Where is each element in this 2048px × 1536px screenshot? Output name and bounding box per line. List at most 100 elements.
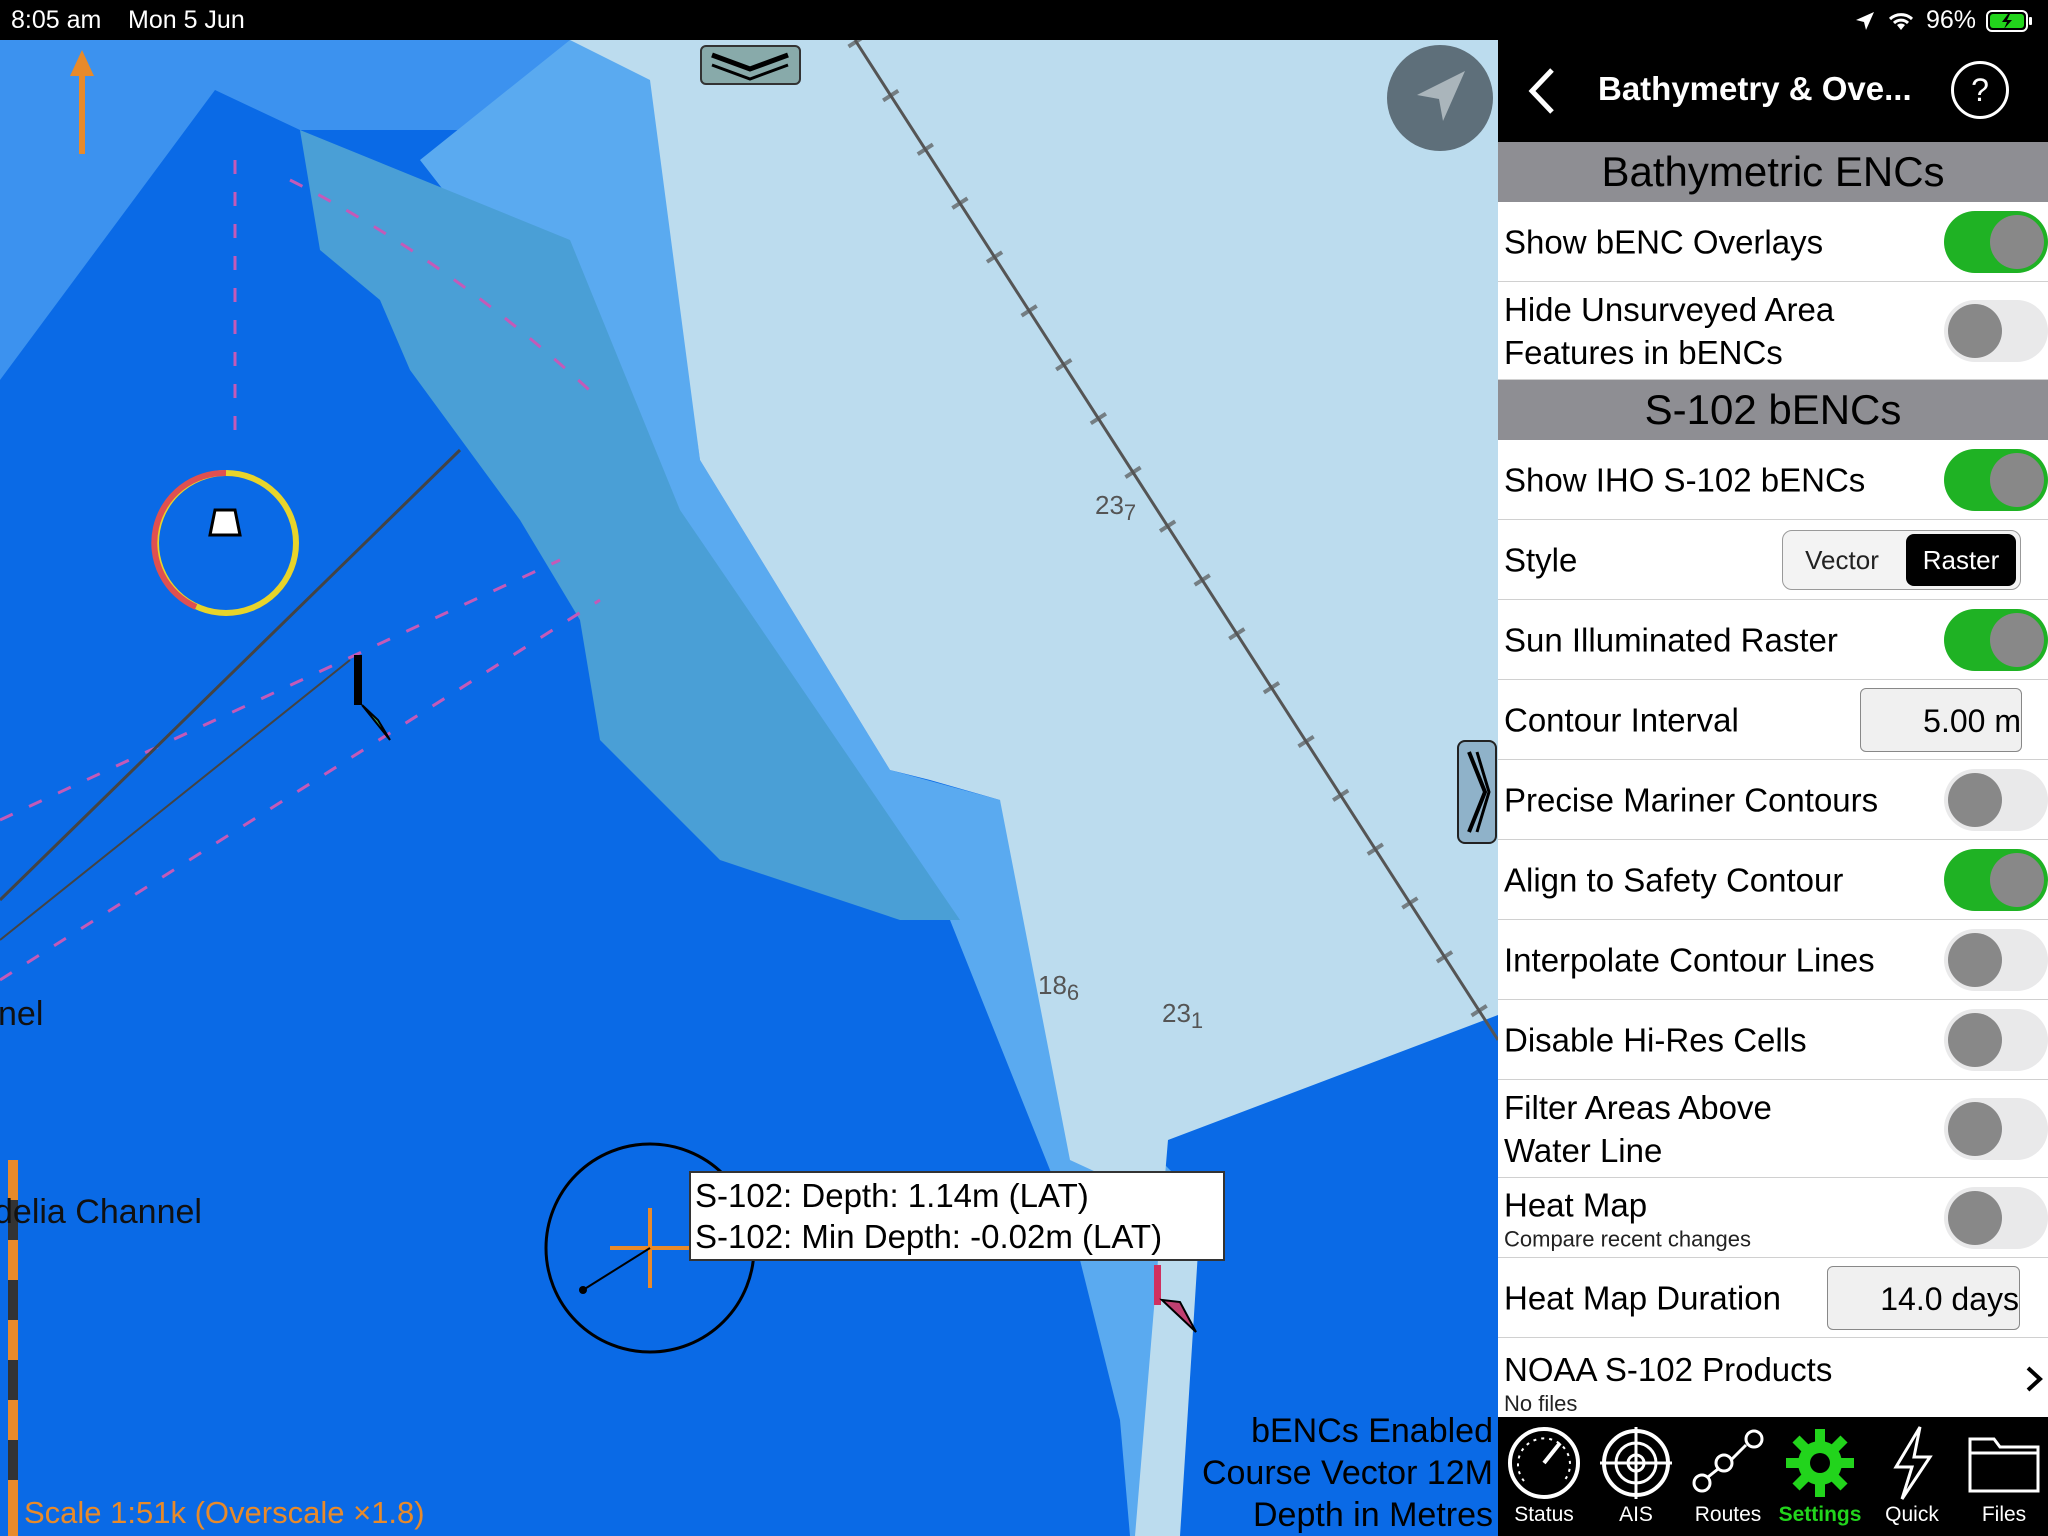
row-disable-hires: Disable Hi-Res Cells (1498, 1000, 2048, 1080)
hide-unsurveyed-toggle[interactable] (1944, 299, 2048, 362)
show-iho-toggle[interactable] (1944, 448, 2048, 511)
row-show-benc: Show bENC Overlays (1498, 202, 2048, 282)
battery-percent: 96% (1925, 6, 1976, 34)
sun-illuminated-toggle[interactable] (1944, 608, 2048, 671)
label-line: Water Line (1504, 1131, 1663, 1169)
page-title: Bathymetry & Ove... (1598, 70, 1912, 107)
row-label: Sun Illuminated Raster (1504, 621, 1838, 658)
row-label: Show IHO S-102 bENCs (1504, 461, 1866, 498)
toggle-knob (1948, 932, 2002, 987)
depth-info-popup: S-102: Depth: 1.14m (LAT) S-102: Min Dep… (689, 1171, 1225, 1261)
label-line: Heat Map (1504, 1186, 1648, 1223)
tab-files[interactable]: Files (1958, 1423, 2048, 1533)
radar-icon (1600, 1427, 1672, 1499)
chevron-right-icon (2026, 1366, 2043, 1392)
back-chevron-icon[interactable] (1522, 64, 1562, 118)
row-style: Style Vector Raster (1498, 520, 2048, 600)
toggle-knob (1948, 1012, 2002, 1067)
row-label: Interpolate Contour Lines (1504, 941, 1875, 978)
north-arrow-icon[interactable] (62, 48, 102, 158)
sounding-sub: 6 (1066, 980, 1080, 1006)
battery-icon (1986, 9, 2032, 32)
sounding-main: 23 (1162, 998, 1191, 1028)
contour-interval-field[interactable]: 5.00 m (1860, 688, 2022, 752)
sounding-main: 23 (1095, 490, 1124, 520)
heat-map-toggle[interactable] (1944, 1186, 2048, 1249)
tab-label: Settings (1778, 1503, 1862, 1526)
style-segmented-control[interactable]: Vector Raster (1782, 530, 2021, 590)
channel-label: delia Channel (0, 1193, 202, 1231)
sounding-label: 186 (1038, 970, 1079, 1006)
row-sun-illuminated: Sun Illuminated Raster (1498, 600, 2048, 680)
status-bar: 8:05 am Mon 5 Jun 96% (0, 0, 2048, 40)
toggle-knob (1990, 852, 2044, 907)
benc-status-text: bENCs Enabled (1251, 1412, 1493, 1450)
row-label: Hide Unsurveyed Area Features in bENCs (1504, 288, 1834, 374)
interpolate-toggle[interactable] (1944, 928, 2048, 991)
tab-routes[interactable]: Routes (1682, 1423, 1774, 1533)
course-vector-text: Course Vector 12M (1201, 1454, 1493, 1492)
toggle-knob (1948, 1190, 2002, 1245)
sounding-sub: 1 (1190, 1008, 1204, 1034)
row-filter-areas: Filter Areas Above Water Line (1498, 1080, 2048, 1178)
section-header-bathymetric: Bathymetric ENCs (1498, 142, 2048, 202)
row-precise-contours: Precise Mariner Contours (1498, 760, 2048, 840)
tab-label: Status (1514, 1503, 1574, 1526)
scale-text: Scale 1:51k (Overscale ×1.8) (24, 1495, 425, 1530)
collapse-toolbar-button[interactable] (700, 45, 801, 85)
row-heat-map: Heat Map Compare recent changes (1498, 1178, 2048, 1258)
chart-canvas[interactable] (0, 40, 1498, 1536)
tab-label: Quick (1885, 1503, 1939, 1526)
toggle-knob (1990, 452, 2044, 507)
row-noaa-products[interactable]: NOAA S-102 Products No files (1498, 1338, 2048, 1417)
label-line: NOAA S-102 Products (1504, 1351, 1833, 1388)
row-label: Filter Areas Above Water Line (1504, 1086, 1772, 1172)
depth-line: S-102: Depth: 1.14m (LAT) (695, 1177, 1089, 1214)
show-benc-toggle[interactable] (1944, 210, 2048, 273)
toggle-knob (1990, 612, 2044, 667)
style-option-raster[interactable]: Raster (1906, 534, 2016, 586)
disable-hires-toggle[interactable] (1944, 1008, 2048, 1071)
tab-settings[interactable]: Settings (1774, 1423, 1866, 1533)
toggle-knob (1948, 1101, 2002, 1156)
route-icon (1692, 1429, 1764, 1493)
heat-map-duration-field[interactable]: 14.0 days (1827, 1266, 2020, 1330)
tab-ais[interactable]: AIS (1590, 1423, 1682, 1533)
chart-map[interactable]: 237 186 231 nel delia Channel S-102: Dep… (0, 40, 1498, 1536)
min-depth-line: S-102: Min Depth: -0.02m (LAT) (695, 1218, 1163, 1255)
row-label: Contour Interval (1504, 701, 1739, 738)
align-safety-toggle[interactable] (1944, 848, 2048, 911)
sounding-main: 18 (1038, 970, 1067, 1000)
row-label: Disable Hi-Res Cells (1504, 1021, 1807, 1058)
expand-panel-handle[interactable] (1457, 740, 1497, 844)
settings-panel: Bathymetry & Ove... ? Bathymetric ENCs S… (1498, 40, 2048, 1417)
status-right: 96% (1854, 6, 2034, 35)
row-interpolate: Interpolate Contour Lines (1498, 920, 2048, 1000)
tab-label: AIS (1619, 1503, 1653, 1526)
tab-quick[interactable]: Quick (1866, 1423, 1958, 1533)
help-button[interactable]: ? (1951, 61, 2009, 119)
navigate-button[interactable] (1387, 45, 1493, 151)
sounding-label: 237 (1095, 490, 1136, 526)
wifi-icon (1888, 12, 1913, 30)
tab-status[interactable]: Status (1498, 1423, 1590, 1533)
sounding-sub: 7 (1123, 500, 1137, 526)
chevron-right-icon (1467, 751, 1491, 833)
sounding-label: 231 (1162, 998, 1203, 1034)
row-align-safety: Align to Safety Contour (1498, 840, 2048, 920)
label-line: Filter Areas Above (1504, 1088, 1772, 1126)
status-time: 8:05 am (11, 6, 102, 34)
row-hide-unsurveyed: Hide Unsurveyed Area Features in bENCs (1498, 282, 2048, 380)
heat-map-subtitle: Compare recent changes (1504, 1226, 1752, 1251)
navigation-bar: Bathymetry & Ove... ? (1498, 40, 2048, 142)
precise-contours-toggle[interactable] (1944, 768, 2048, 831)
filter-areas-toggle[interactable] (1944, 1097, 2048, 1160)
tab-label: Routes (1694, 1503, 1762, 1526)
row-label: Heat Map Duration (1504, 1279, 1781, 1316)
label-line: Hide Unsurveyed Area (1504, 290, 1835, 328)
gauge-icon (1508, 1427, 1580, 1499)
style-option-vector[interactable]: Vector (1783, 531, 1901, 589)
label-line: Features in bENCs (1504, 333, 1783, 371)
row-contour-interval: Contour Interval 5.00 m (1498, 680, 2048, 760)
folder-icon (1968, 1437, 2040, 1493)
